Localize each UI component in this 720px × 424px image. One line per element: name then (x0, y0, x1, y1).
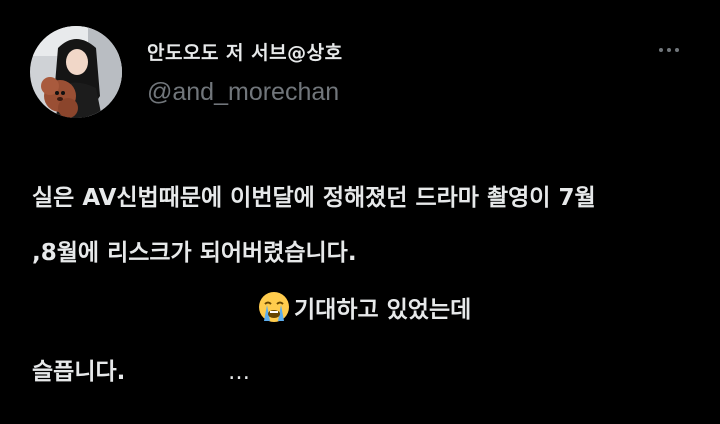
loudly-crying-face-icon (259, 292, 289, 322)
profile-photo-icon (30, 26, 122, 118)
avatar[interactable] (30, 26, 122, 118)
more-dot (667, 48, 671, 52)
author-display-name[interactable]: 안도오도 저 서브@상호 (147, 38, 343, 65)
more-horizontal-icon (659, 48, 663, 52)
tweet-text-line-1: 실은 AV신법때문에 이번달에 정해졌던 드라마 촬영이 7월 (32, 185, 596, 211)
tweet-card: 안도오도 저 서브@상호 @and_morechan 실은 AV신법때문에 이번… (0, 0, 720, 424)
tweet-text-ellipsis: … (228, 360, 250, 385)
tweet-text-line-2: ,8월에 리스크가 되어버렸습니다. (32, 240, 357, 266)
tweet-text-line-4: 슬픕니다. (32, 359, 126, 385)
tweet-text-line-3-text: 기대하고 있었는데 (294, 297, 472, 323)
more-options-button[interactable] (652, 38, 686, 62)
tweet-text-line-3: 기대하고 있었는데 (258, 290, 471, 324)
author-handle[interactable]: @and_morechan (147, 78, 339, 107)
more-dot (675, 48, 679, 52)
